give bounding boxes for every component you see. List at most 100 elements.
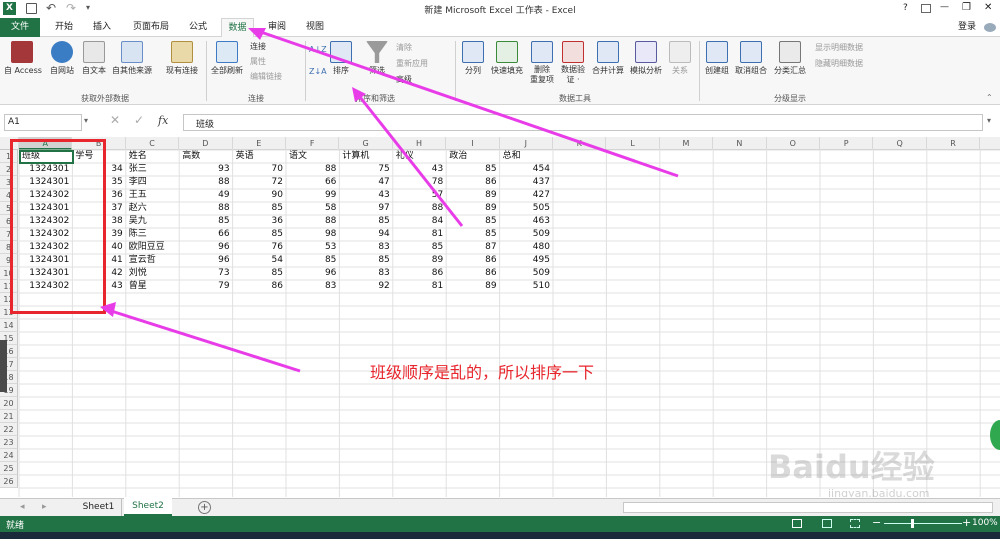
tab-file[interactable]: 文件	[0, 18, 40, 37]
formula-input[interactable]: 班级	[183, 114, 983, 131]
subtotal-button[interactable]: 分类汇总	[772, 41, 808, 76]
table-cell[interactable]: 83	[339, 241, 392, 254]
table-cell[interactable]: 427	[500, 189, 553, 202]
page-layout-view-icon[interactable]	[822, 519, 832, 528]
filter-button[interactable]: 筛选	[364, 41, 390, 76]
name-box-dropdown-icon[interactable]: ▾	[84, 116, 88, 125]
table-cell[interactable]: 99	[286, 189, 339, 202]
column-header-d[interactable]: D	[179, 137, 233, 150]
table-cell[interactable]: 87	[446, 241, 499, 254]
tab-view[interactable]: 视图	[300, 18, 330, 37]
table-cell[interactable]: 89	[446, 202, 499, 215]
zoom-out-icon[interactable]: −	[872, 516, 881, 529]
connections-button[interactable]: 连接	[250, 41, 266, 52]
worksheet-grid[interactable]: ABCDEFGHIJKLMNOPQR 1 2 3 4 5 6 7 8 9 10 11 12 13 14 15…	[0, 137, 1000, 497]
table-cell[interactable]: 97	[339, 202, 392, 215]
table-cell[interactable]: 总和	[500, 150, 553, 163]
existing-connections-button[interactable]: 现有连接	[162, 41, 202, 76]
user-avatar-icon[interactable]	[984, 23, 996, 32]
advanced-filter-button[interactable]: 高级	[396, 74, 412, 85]
table-cell[interactable]: 47	[339, 176, 392, 189]
what-if-button[interactable]: 模拟分析	[628, 41, 664, 76]
show-detail-button[interactable]: 显示明细数据	[815, 42, 863, 53]
table-cell[interactable]: 欧阳豆豆	[126, 241, 179, 254]
table-cell[interactable]: 480	[500, 241, 553, 254]
table-cell[interactable]: 85	[233, 228, 286, 241]
table-cell[interactable]: 73	[179, 267, 232, 280]
table-cell[interactable]: 88	[179, 202, 232, 215]
column-header-q[interactable]: Q	[873, 137, 927, 150]
column-header-e[interactable]: E	[233, 137, 286, 150]
table-cell[interactable]: 英语	[233, 150, 286, 163]
row-header[interactable]: 23	[0, 436, 18, 449]
table-cell[interactable]: 85	[393, 241, 446, 254]
table-cell[interactable]: 85	[339, 254, 392, 267]
group-button[interactable]: 创建组	[703, 41, 731, 76]
remove-duplicates-button[interactable]: 删除 重复项	[528, 41, 556, 85]
table-cell[interactable]: 96	[179, 241, 232, 254]
table-cell[interactable]: 43	[393, 163, 446, 176]
table-cell[interactable]: 510	[500, 280, 553, 293]
table-cell[interactable]: 86	[446, 254, 499, 267]
table-cell[interactable]: 86	[393, 267, 446, 280]
relationships-button[interactable]: 关系	[668, 41, 692, 76]
table-cell[interactable]: 454	[500, 163, 553, 176]
row-header[interactable]: 25	[0, 462, 18, 475]
table-cell[interactable]: 53	[286, 241, 339, 254]
ungroup-button[interactable]: 取消组合	[733, 41, 769, 76]
column-header-f[interactable]: F	[286, 137, 340, 150]
table-cell[interactable]: 98	[286, 228, 339, 241]
table-cell[interactable]: 36	[233, 215, 286, 228]
tab-home[interactable]: 开始	[48, 18, 80, 37]
table-cell[interactable]: 88	[286, 215, 339, 228]
table-cell[interactable]: 96	[179, 254, 232, 267]
sort-desc-button[interactable]: Z↓A	[309, 67, 327, 76]
help-button[interactable]: ?	[903, 3, 908, 13]
table-cell[interactable]: 81	[393, 228, 446, 241]
page-break-view-icon[interactable]	[850, 519, 860, 528]
table-cell[interactable]: 吴九	[126, 215, 179, 228]
tab-insert[interactable]: 插入	[86, 18, 118, 37]
table-cell[interactable]: 85	[286, 254, 339, 267]
table-cell[interactable]: 495	[500, 254, 553, 267]
table-cell[interactable]: 49	[179, 189, 232, 202]
table-cell[interactable]: 85	[179, 215, 232, 228]
enter-formula-icon[interactable]: ✓	[134, 113, 144, 127]
table-cell[interactable]: 92	[339, 280, 392, 293]
tab-review[interactable]: 审阅	[262, 18, 292, 37]
column-header-i[interactable]: I	[446, 137, 500, 150]
table-cell[interactable]: 曾星	[126, 280, 179, 293]
table-cell[interactable]: 83	[339, 267, 392, 280]
column-header-c[interactable]: C	[126, 137, 180, 150]
sheet-tab-sheet2[interactable]: Sheet2	[124, 498, 172, 516]
row-header[interactable]: 22	[0, 423, 18, 436]
restore-button[interactable]: ❐	[962, 2, 971, 13]
column-header-l[interactable]: L	[606, 137, 660, 150]
table-cell[interactable]: 96	[286, 267, 339, 280]
horizontal-scrollbar[interactable]	[623, 502, 993, 513]
table-cell[interactable]: 70	[233, 163, 286, 176]
from-other-button[interactable]: 自其他来源	[108, 41, 156, 76]
flash-fill-button[interactable]: 快速填充	[489, 41, 525, 76]
table-cell[interactable]: 刘悦	[126, 267, 179, 280]
login-link[interactable]: 登录	[952, 18, 982, 37]
table-cell[interactable]: 姓名	[126, 150, 179, 163]
table-cell[interactable]: 90	[233, 189, 286, 202]
from-access-button[interactable]: 自 Access	[4, 41, 42, 76]
table-cell[interactable]: 85	[339, 215, 392, 228]
zoom-slider-thumb[interactable]	[911, 519, 914, 528]
tab-formulas[interactable]: 公式	[182, 18, 214, 37]
clear-filter-button[interactable]: 清除	[396, 42, 412, 53]
cancel-formula-icon[interactable]: ✕	[110, 113, 120, 127]
row-header[interactable]: 14	[0, 319, 18, 332]
tab-page-layout[interactable]: 页面布局	[126, 18, 176, 37]
table-cell[interactable]: 79	[179, 280, 232, 293]
expand-formula-icon[interactable]: ▾	[987, 116, 991, 125]
minimize-button[interactable]: —	[940, 2, 949, 12]
column-header-o[interactable]: O	[767, 137, 820, 150]
table-cell[interactable]: 89	[446, 280, 499, 293]
properties-button[interactable]: 属性	[250, 56, 266, 67]
column-header-n[interactable]: N	[713, 137, 767, 150]
table-cell[interactable]: 66	[179, 228, 232, 241]
hide-detail-button[interactable]: 隐藏明细数据	[815, 58, 863, 69]
